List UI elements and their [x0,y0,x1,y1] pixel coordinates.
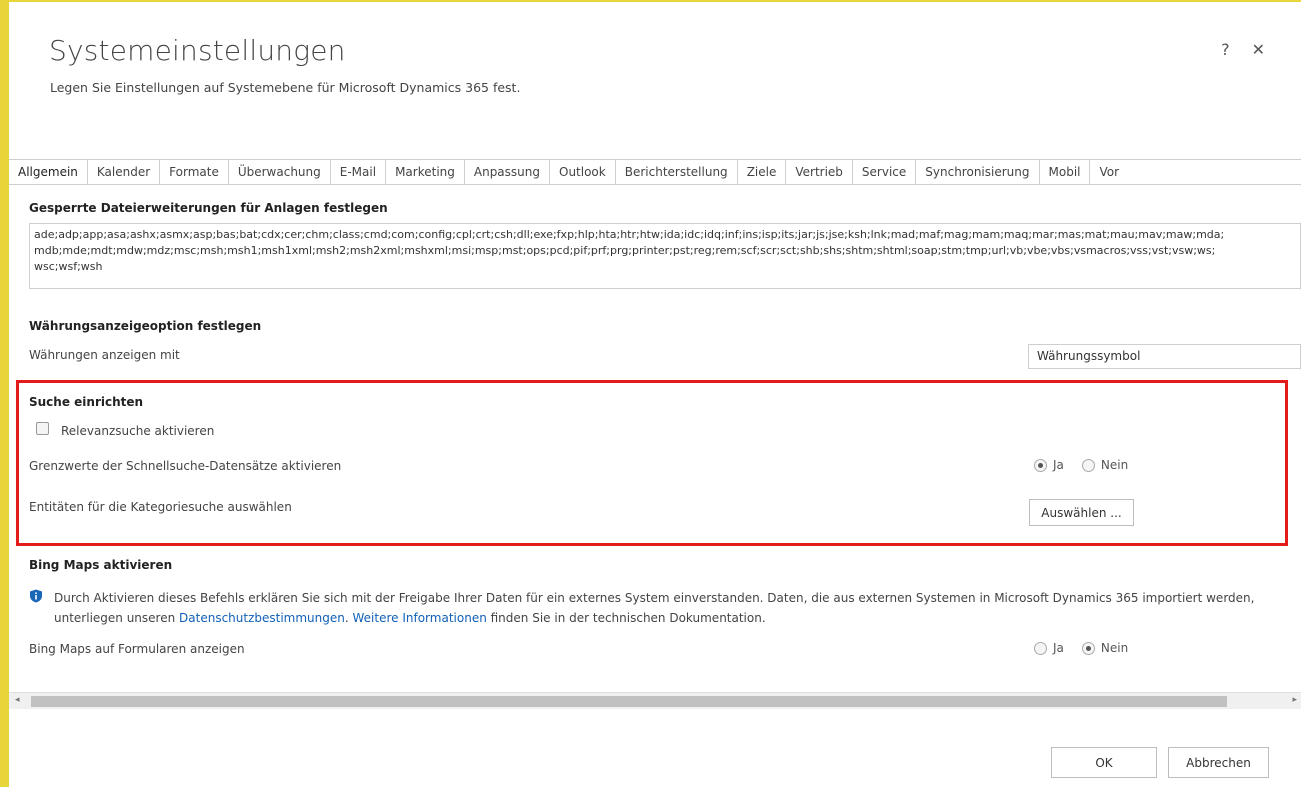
tab-service[interactable]: Service [853,160,917,184]
dialog-title: Systemeinstellungen [49,34,346,67]
currency-display-select[interactable]: Währungssymbol [1028,344,1301,369]
tab-email[interactable]: E-Mail [331,160,387,184]
tab-berichterstellung[interactable]: Berichterstellung [616,160,738,184]
close-icon[interactable]: ✕ [1252,40,1265,59]
bing-info-text: Durch Aktivieren dieses Befehls erklären… [54,588,1299,628]
relevance-search-checkbox[interactable] [36,422,49,435]
scrollbar-thumb[interactable] [31,696,1227,707]
relevance-search-label: Relevanzsuche aktivieren [61,424,215,438]
bing-forms-yes-radio[interactable] [1034,641,1047,655]
bing-forms-no-label: Nein [1100,641,1129,655]
quickfind-no-radio[interactable] [1081,458,1095,472]
ok-button[interactable]: OK [1051,747,1157,778]
quickfind-radio-group: Ja Nein [1034,458,1146,472]
help-icon[interactable]: ? [1221,40,1230,59]
cancel-button[interactable]: Abbrechen [1168,747,1269,778]
tab-synchronisierung[interactable]: Synchronisierung [916,160,1040,184]
tab-kalender[interactable]: Kalender [88,160,161,184]
blocked-extensions-textarea[interactable]: ade;adp;app;asa;ashx;asmx;asp;bas;bat;cd… [29,223,1301,289]
quickfind-limit-label: Grenzwerte der Schnellsuche-Datensätze a… [29,459,342,473]
quickfind-yes-radio[interactable] [1034,458,1047,472]
info-shield-icon [30,589,42,603]
scroll-left-icon[interactable]: ◂ [15,695,20,705]
tab-allgemein[interactable]: Allgemein [9,160,88,184]
tab-ueberwachung[interactable]: Überwachung [229,160,331,184]
bing-info-part2: . [344,611,353,625]
select-entities-button[interactable]: Auswählen ... [1029,499,1134,526]
tab-ziele[interactable]: Ziele [738,160,787,184]
dialog-subtitle: Legen Sie Einstellungen auf Systemebene … [50,80,521,95]
bing-forms-no-radio[interactable] [1081,641,1095,655]
currency-section-title: Währungsanzeigeoption festlegen [29,319,262,333]
bing-forms-yes-label: Ja [1053,641,1064,655]
tab-formate[interactable]: Formate [160,160,229,184]
bing-section-title: Bing Maps aktivieren [29,558,173,572]
bing-forms-label: Bing Maps auf Formularen anzeigen [29,642,245,656]
privacy-link[interactable]: Datenschutzbestimmungen [179,611,345,625]
horizontal-scrollbar[interactable]: ◂ ▸ [9,692,1301,709]
settings-tab-bar: Allgemein Kalender Formate Überwachung E… [9,159,1301,185]
tab-outlook[interactable]: Outlook [550,160,616,184]
quickfind-yes-label: Ja [1053,458,1064,472]
window-frame-left [0,0,9,787]
system-settings-dialog: Systemeinstellungen Legen Sie Einstellun… [9,2,1301,787]
tab-vertrieb[interactable]: Vertrieb [786,160,853,184]
bing-info-part3: finden Sie in der technischen Dokumentat… [486,611,766,625]
tab-mobil[interactable]: Mobil [1040,160,1091,184]
category-search-label: Entitäten für die Kategoriesuche auswähl… [29,500,292,514]
tab-marketing[interactable]: Marketing [386,160,465,184]
search-section-title: Suche einrichten [29,395,144,409]
more-info-link[interactable]: Weitere Informationen [353,611,487,625]
scroll-right-icon[interactable]: ▸ [1292,695,1297,705]
blocked-extensions-title: Gesperrte Dateierweiterungen für Anlagen… [29,201,388,215]
dialog-top-actions: ? ✕ [1221,40,1265,59]
bing-forms-radio-group: Ja Nein [1034,641,1146,655]
tab-anpassung[interactable]: Anpassung [465,160,550,184]
quickfind-no-label: Nein [1100,458,1129,472]
settings-content: Gesperrte Dateierweiterungen für Anlagen… [9,186,1301,691]
tab-vorschau[interactable]: Vor [1090,160,1128,184]
dialog-footer: OK Abbrechen [9,709,1301,787]
currency-display-label: Währungen anzeigen mit [29,348,180,362]
